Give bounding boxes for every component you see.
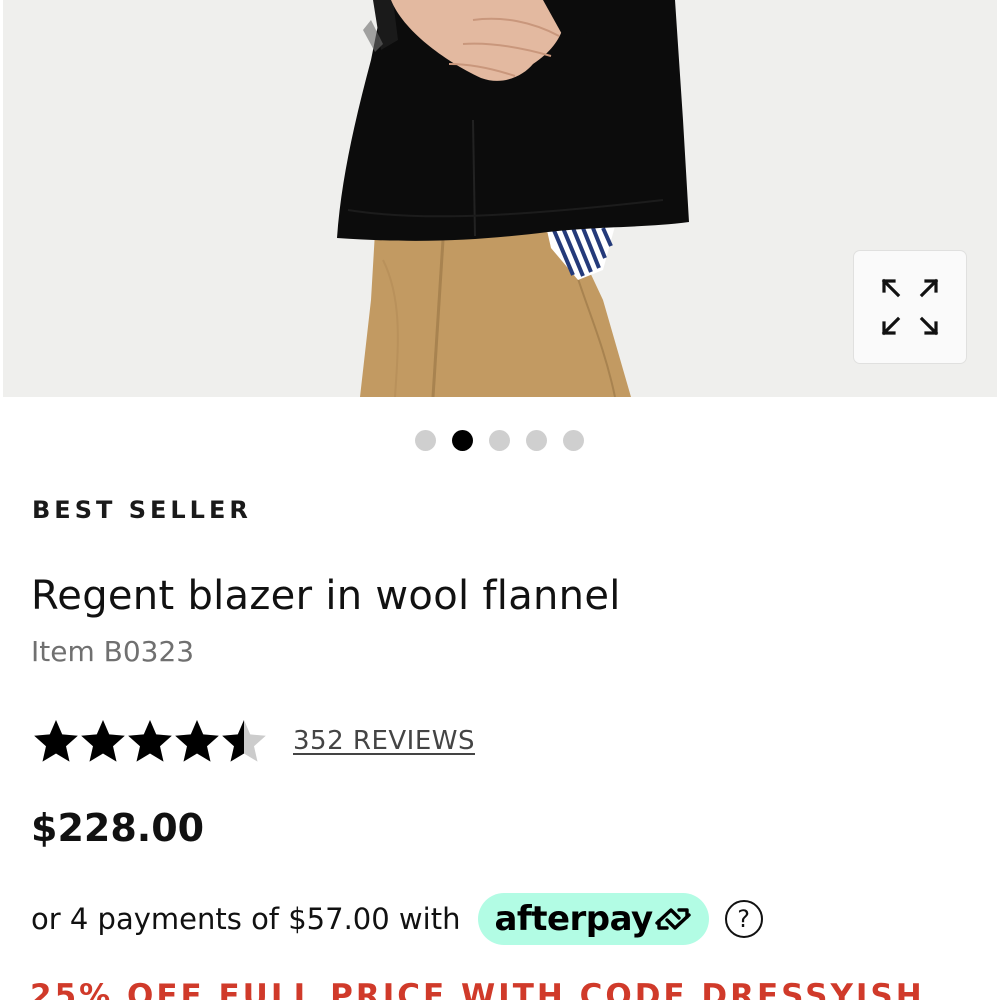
star-icon: [222, 720, 266, 762]
expand-icon: [881, 278, 939, 336]
carousel-dot[interactable]: [488, 430, 510, 451]
carousel-dot[interactable]: [562, 430, 584, 451]
afterpay-row: or 4 payments of $57.00 with afterpay ?: [31, 893, 763, 945]
rating-row: 352 REVIEWS: [33, 718, 475, 764]
star-rating: [33, 718, 267, 764]
afterpay-help-button[interactable]: ?: [724, 900, 763, 938]
afterpay-logo[interactable]: afterpay: [478, 893, 709, 945]
star-icon: [128, 720, 172, 762]
star-icon: [81, 720, 125, 762]
reviews-link[interactable]: 352 REVIEWS: [293, 726, 475, 756]
carousel-dot[interactable]: [414, 430, 436, 451]
product-price: $228.00: [31, 806, 205, 850]
afterpay-logo-text: afterpay: [494, 899, 653, 939]
product-image[interactable]: [3, 0, 997, 397]
product-page: BEST SELLER Regent blazer in wool flanne…: [0, 0, 1000, 1000]
zoom-image-button[interactable]: [854, 251, 966, 363]
carousel-dot[interactable]: [451, 430, 473, 451]
item-number: Item B0323: [31, 635, 195, 668]
star-icon: [34, 720, 78, 762]
afterpay-arrows-icon: [654, 908, 691, 930]
star-icon: [175, 720, 219, 762]
promo-banner[interactable]: 25% OFF FULL PRICE WITH CODE DRESSYISH: [30, 978, 925, 1000]
best-seller-badge: BEST SELLER: [32, 496, 252, 524]
image-carousel-dots: [0, 430, 1000, 451]
afterpay-installments-text: or 4 payments of $57.00 with: [31, 902, 461, 936]
product-photo: [3, 0, 997, 397]
product-title: Regent blazer in wool flannel: [31, 573, 621, 619]
carousel-dot[interactable]: [525, 430, 547, 451]
